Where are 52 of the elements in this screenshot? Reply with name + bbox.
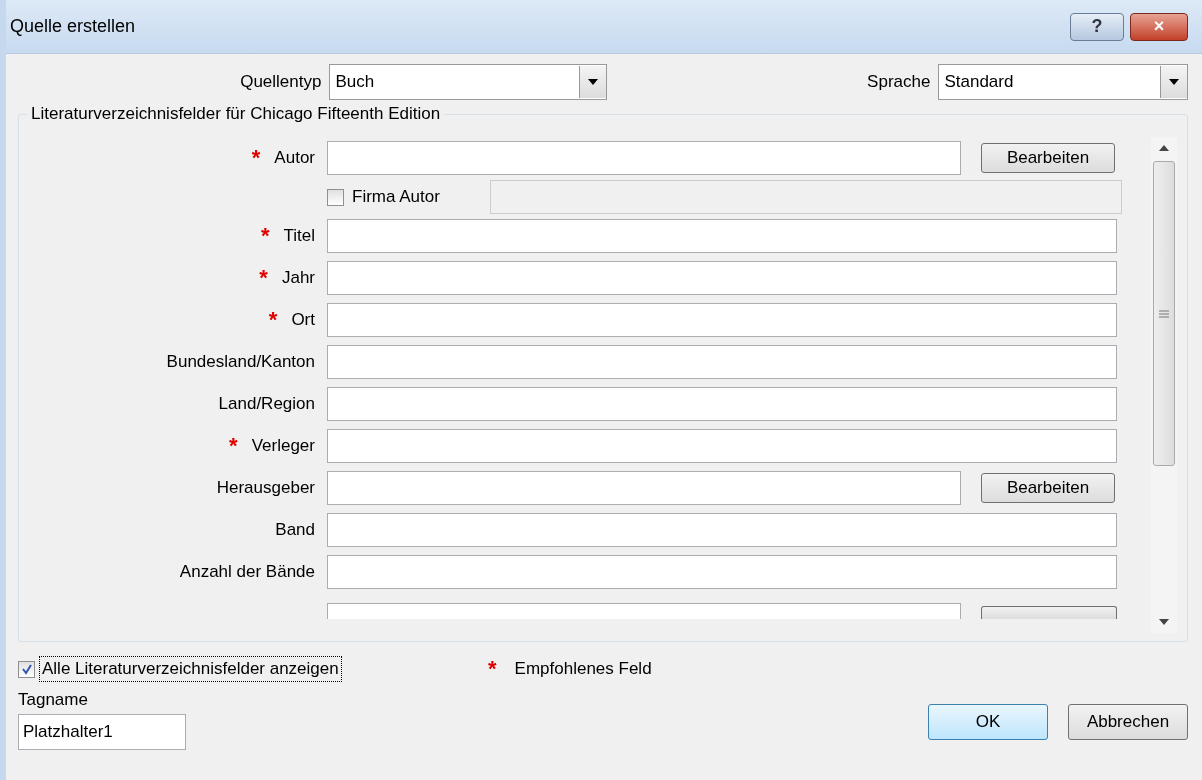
required-star-icon: * [488, 658, 497, 680]
text-field[interactable] [327, 387, 1117, 421]
text-field[interactable] [327, 345, 1117, 379]
dropdown-arrow-icon [1169, 79, 1179, 85]
help-button[interactable]: ? [1070, 12, 1124, 41]
edit-button[interactable] [981, 606, 1117, 619]
field-label: Land/Region [218, 394, 315, 414]
field-label: Verleger [251, 436, 315, 456]
legend-label: Empfohlenes Feld [514, 659, 652, 679]
field-label: Jahr [281, 268, 315, 288]
required-star-icon: * [268, 309, 278, 331]
scrollbar[interactable] [1151, 137, 1177, 633]
text-field[interactable] [327, 219, 1117, 253]
field-label: Titel [283, 226, 315, 246]
scroll-thumb[interactable] [1153, 161, 1175, 466]
text-field[interactable] [327, 555, 1117, 589]
edit-button[interactable]: Bearbeiten [981, 473, 1115, 503]
required-star-icon: * [229, 435, 238, 457]
dialog-button[interactable]: Abbrechen [1068, 704, 1188, 740]
text-field[interactable] [327, 261, 1117, 295]
text-field[interactable] [327, 429, 1117, 463]
language-dropdown[interactable]: Standard [938, 64, 1188, 100]
text-field[interactable] [327, 303, 1117, 337]
text-field[interactable] [327, 513, 1117, 547]
dialog-button[interactable]: OK [928, 704, 1048, 740]
checkbox-label[interactable]: Alle Literaturverzeichnisfelder anzeigen [39, 656, 342, 682]
text-field[interactable] [327, 141, 961, 175]
source-type-dropdown[interactable]: Buch [329, 64, 607, 100]
text-field[interactable] [327, 471, 961, 505]
field-label: Bundesland/Kanton [166, 352, 315, 372]
window-title: Quelle erstellen [10, 16, 136, 37]
scroll-up-icon[interactable] [1159, 145, 1169, 151]
field-label: Ort [291, 310, 315, 330]
required-star-icon: * [260, 225, 270, 247]
scroll-down-icon[interactable] [1159, 619, 1169, 625]
tag-name-label: Tagname [18, 690, 89, 710]
tag-name-field[interactable]: Platzhalter1 [18, 714, 186, 750]
required-star-icon: * [251, 147, 261, 169]
dropdown-arrow-icon [588, 79, 598, 85]
field-label: Anzahl der Bände [179, 562, 315, 582]
field-label: Herausgeber [216, 478, 315, 498]
source-type-label: Quellentyp [239, 72, 323, 92]
group-title: Literaturverzeichnisfelder für Chicago Fifteenth Edition [27, 104, 445, 124]
language-label: Sprache [866, 72, 932, 92]
required-star-icon: * [259, 267, 268, 289]
checkbox[interactable] [327, 188, 344, 206]
edit-button[interactable]: Bearbeiten [981, 143, 1115, 173]
checkbox-label: Firma Autor [352, 187, 441, 207]
text-field[interactable] [327, 603, 961, 619]
field-label: Autor [274, 148, 315, 168]
checkbox[interactable] [18, 660, 35, 678]
field-label: Band [275, 520, 315, 540]
